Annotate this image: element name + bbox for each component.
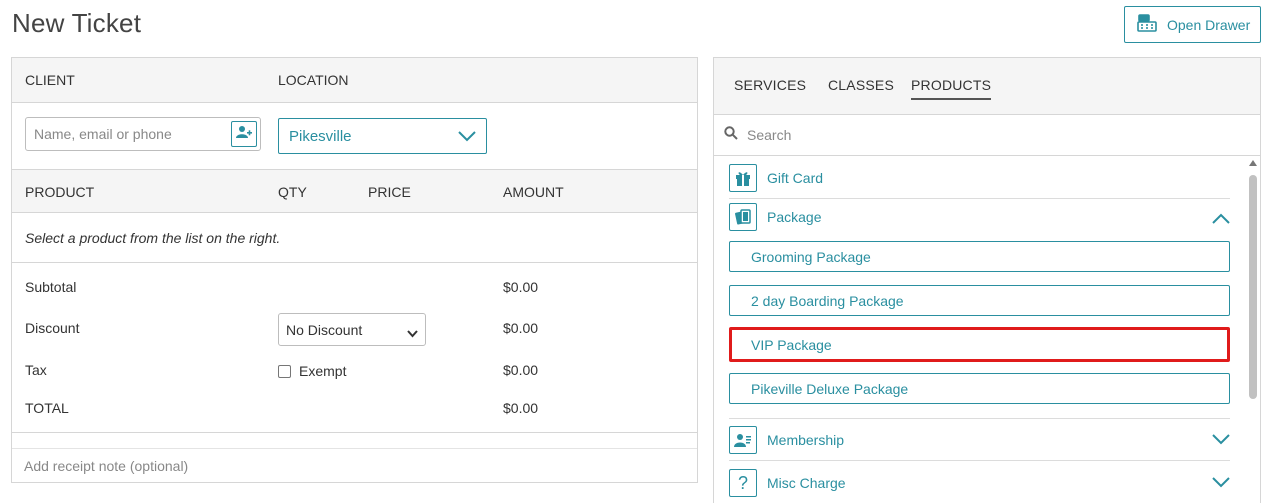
tab-classes[interactable]: CLASSES xyxy=(828,77,894,93)
location-header: LOCATION xyxy=(278,72,349,88)
chevron-down-icon[interactable] xyxy=(1212,475,1230,493)
divider xyxy=(12,262,697,263)
membership-icon xyxy=(729,425,757,454)
category-label: Membership xyxy=(767,431,845,448)
package-2-day-boarding[interactable]: 2 day Boarding Package xyxy=(729,285,1230,316)
category-label: Package xyxy=(767,209,822,225)
receipt-note-input[interactable]: Add receipt note (optional) xyxy=(12,448,697,482)
package-vip[interactable]: VIP Package xyxy=(729,327,1230,362)
tax-value: $0.00 xyxy=(503,362,539,378)
tab-products[interactable]: PRODUCTS xyxy=(911,77,992,100)
total-value: $0.00 xyxy=(503,400,539,416)
search-icon xyxy=(724,125,738,145)
catalog-panel: SERVICES CLASSES PRODUCTS Gift Card xyxy=(713,57,1261,503)
add-client-button[interactable] xyxy=(231,121,257,147)
package-icon xyxy=(729,203,757,231)
client-location-header: CLIENT LOCATION xyxy=(12,58,697,103)
catalog-tabs: SERVICES CLASSES PRODUCTS xyxy=(714,58,1260,115)
chevron-down-icon xyxy=(407,325,418,341)
tab-services[interactable]: SERVICES xyxy=(734,77,806,93)
price-column-header: PRICE xyxy=(368,184,411,200)
client-header: CLIENT xyxy=(25,72,75,88)
divider xyxy=(12,432,697,433)
product-column-header: PRODUCT xyxy=(25,184,95,200)
client-search-field xyxy=(25,117,261,151)
chevron-down-icon[interactable] xyxy=(1212,432,1230,450)
client-search-input[interactable] xyxy=(26,118,230,150)
scroll-up-arrow-icon[interactable] xyxy=(1249,160,1257,166)
category-label: Misc Charge xyxy=(767,475,846,491)
subtotal-value: $0.00 xyxy=(503,279,539,295)
exempt-label: Exempt xyxy=(299,363,347,379)
chevron-up-icon[interactable] xyxy=(1212,211,1230,229)
location-select[interactable]: Pikesville xyxy=(278,118,487,154)
category-label: Gift Card xyxy=(767,169,824,186)
exempt-checkbox[interactable] xyxy=(278,364,291,378)
empty-products-message: Select a product from the list on the ri… xyxy=(25,230,281,246)
open-drawer-label: Open Drawer xyxy=(1167,16,1251,33)
page-title: New Ticket xyxy=(12,8,142,38)
product-table-header: PRODUCT QTY PRICE AMOUNT xyxy=(12,169,697,213)
scrollbar[interactable] xyxy=(1246,157,1260,503)
receipt-note-placeholder: Add receipt note (optional) xyxy=(24,457,189,474)
search-input[interactable] xyxy=(747,127,1227,143)
product-search xyxy=(714,115,1260,156)
product-list: Gift Card Package Grooming Package 2 day… xyxy=(714,157,1245,503)
category-membership[interactable]: Membership xyxy=(729,419,1230,461)
exempt-toggle[interactable]: Exempt xyxy=(278,363,346,379)
location-value: Pikesville xyxy=(289,127,352,145)
package-grooming[interactable]: Grooming Package xyxy=(729,241,1230,272)
question-icon: ? xyxy=(729,469,757,497)
discount-select[interactable]: No Discount xyxy=(278,313,426,346)
gift-icon xyxy=(729,163,757,192)
scroll-thumb[interactable] xyxy=(1249,175,1257,399)
package-pikeville-deluxe[interactable]: Pikeville Deluxe Package xyxy=(729,373,1230,404)
category-gift-card[interactable]: Gift Card xyxy=(729,157,1230,199)
total-label: TOTAL xyxy=(25,400,69,416)
subtotal-label: Subtotal xyxy=(25,279,77,295)
amount-column-header: AMOUNT xyxy=(503,184,564,200)
add-user-icon xyxy=(236,125,252,144)
qty-column-header: QTY xyxy=(278,184,307,200)
discount-select-value: No Discount xyxy=(286,321,363,338)
tax-label: Tax xyxy=(25,362,47,378)
cash-register-icon xyxy=(1137,14,1157,35)
chevron-down-icon xyxy=(458,129,476,146)
open-drawer-button[interactable]: Open Drawer xyxy=(1124,6,1261,43)
discount-value: $0.00 xyxy=(503,320,539,336)
discount-label: Discount xyxy=(25,320,80,336)
ticket-panel: CLIENT LOCATION Pikesville PRODUCT QTY P… xyxy=(11,57,698,483)
category-package[interactable]: Package xyxy=(729,199,1230,235)
category-misc-charge[interactable]: ? Misc Charge xyxy=(729,462,1230,503)
